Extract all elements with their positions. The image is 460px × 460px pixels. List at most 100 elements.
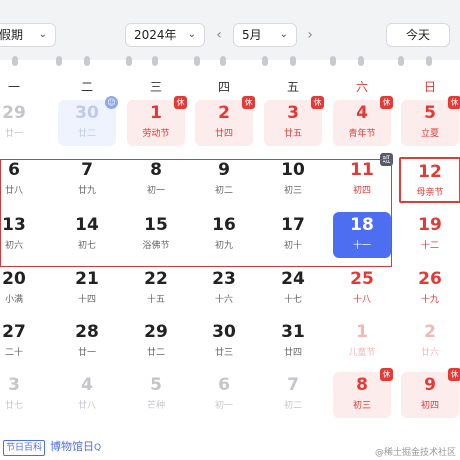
- lunar-date: 立夏: [420, 129, 439, 139]
- day-cell[interactable]: 27 二十: [0, 319, 43, 365]
- holiday-select[interactable]: 假期 ⌄: [0, 23, 56, 47]
- smile-icon: ☺: [105, 96, 118, 109]
- lunar-date: 廿二: [146, 348, 165, 358]
- lunar-date: 初二: [283, 401, 302, 411]
- day-cell[interactable]: 1 劳动节休: [127, 96, 187, 146]
- binder-hole: [398, 56, 404, 66]
- lunar-date: 初一: [214, 401, 233, 411]
- day-cell[interactable]: 22 十五: [127, 266, 185, 312]
- lunar-date: 廿六: [420, 348, 439, 358]
- prev-month-button[interactable]: ‹: [211, 23, 227, 47]
- day-cell[interactable]: 23 十六: [195, 266, 253, 312]
- lunar-date: 廿一: [77, 348, 96, 358]
- next-month-button[interactable]: ›: [302, 23, 318, 47]
- chevron-down-icon: ⌄: [187, 29, 196, 40]
- weekday-label: 一: [7, 80, 20, 94]
- day-cell[interactable]: 24 十七: [264, 266, 322, 312]
- day-number: 29: [2, 103, 26, 123]
- day-cell[interactable]: 4 廿八: [58, 372, 116, 418]
- day-cell[interactable]: 30 廿三: [195, 319, 253, 365]
- calendar-toolbar: 假期 ⌄ 2024年 ⌄ ‹ 5月 ⌄ › 今天: [0, 0, 460, 60]
- lunar-date: 廿二: [77, 129, 96, 139]
- day-number: 5: [150, 375, 162, 395]
- lunar-date: 廿四: [283, 348, 302, 358]
- day-number: 25: [350, 269, 374, 289]
- day-number: 29: [144, 322, 168, 342]
- day-cell[interactable]: 8 初三休: [333, 368, 393, 418]
- lunar-date: 十九: [420, 295, 439, 305]
- weekday-label: 四: [217, 80, 230, 94]
- lunar-date: 小满: [4, 295, 23, 305]
- day-cell[interactable]: 28 廿一: [58, 319, 116, 365]
- day-number: 6: [218, 375, 230, 395]
- month-select-value: 5月: [242, 28, 262, 42]
- lunar-date: 廿四: [214, 129, 233, 139]
- day-number: 2: [424, 322, 436, 342]
- lunar-date: 十二: [420, 241, 439, 251]
- day-number: 4: [81, 375, 93, 395]
- highlight-weeks-frame: [0, 159, 392, 267]
- day-cell[interactable]: 30 廿二 ☺: [58, 96, 118, 146]
- binder-hole: [262, 56, 268, 66]
- chevron-down-icon: ⌄: [279, 29, 288, 40]
- day-cell[interactable]: 26 十九: [401, 266, 459, 312]
- day-cell[interactable]: 3 廿五休: [264, 96, 324, 146]
- day-cell[interactable]: 2 廿六: [401, 319, 459, 365]
- day-cell[interactable]: 6 初一: [195, 372, 253, 418]
- lunar-date: 廿三: [214, 348, 233, 358]
- weekday-label: 日: [423, 80, 436, 94]
- day-number: 20: [2, 269, 26, 289]
- lunar-date: 廿一: [4, 129, 23, 139]
- lunar-date: 十五: [146, 295, 165, 305]
- day-cell[interactable]: 7 初二: [264, 372, 322, 418]
- binder-hole: [194, 56, 200, 66]
- day-cell[interactable]: 20 小满: [0, 266, 43, 312]
- day-number: 23: [212, 269, 236, 289]
- day-cell[interactable]: 25 十八: [333, 266, 391, 312]
- rest-day-badge: 休: [448, 368, 460, 381]
- day-cell[interactable]: 12 母亲节: [399, 157, 460, 203]
- lunar-date: 青年节: [348, 129, 376, 139]
- binder-hole: [56, 56, 62, 66]
- day-cell[interactable]: 2 廿四休: [195, 96, 255, 146]
- calendar-widget: 假期 ⌄ 2024年 ⌄ ‹ 5月 ⌄ › 今天 一 二 三 四 五 六 日 29 廿一 30 廿…: [0, 0, 460, 460]
- lunar-date: 初三: [352, 401, 371, 411]
- rest-day-badge: 休: [311, 96, 324, 109]
- day-cell[interactable]: 3 廿七: [0, 372, 43, 418]
- binder-hole: [330, 56, 336, 66]
- today-button[interactable]: 今天: [386, 23, 450, 47]
- month-select[interactable]: 5月 ⌄: [233, 23, 297, 47]
- chevron-down-icon: ⌄: [38, 29, 47, 40]
- lunar-date: 儿童节: [348, 348, 376, 358]
- rest-day-badge: 休: [242, 96, 255, 109]
- day-cell[interactable]: 4 青年节休: [333, 96, 393, 146]
- binder-hole: [12, 56, 18, 66]
- binder-hole: [220, 56, 226, 66]
- lunar-date: 十八: [352, 295, 371, 305]
- day-cell[interactable]: 19 十二: [401, 212, 459, 258]
- day-cell[interactable]: 29 廿一: [0, 100, 43, 146]
- weekday-label: 六: [355, 80, 368, 94]
- museum-day-link[interactable]: 博物馆日Q: [50, 439, 101, 456]
- lunar-date: 芒种: [146, 401, 165, 411]
- day-cell[interactable]: 5 立夏休: [401, 96, 460, 146]
- day-number: 27: [2, 322, 26, 342]
- day-cell[interactable]: 1 儿童节: [333, 319, 391, 365]
- day-cell[interactable]: 29 廿二: [127, 319, 185, 365]
- day-number: 26: [418, 269, 442, 289]
- day-cell[interactable]: 31 廿四: [264, 319, 322, 365]
- binder-hole: [358, 56, 364, 66]
- watermark: @稀土掘金技术社区: [374, 448, 456, 458]
- lunar-date: 廿七: [4, 401, 23, 411]
- year-select[interactable]: 2024年 ⌄: [125, 23, 205, 47]
- day-number: 31: [281, 322, 305, 342]
- day-cell[interactable]: 21 十四: [58, 266, 116, 312]
- festival-wiki-tag[interactable]: 节日百科: [3, 440, 46, 456]
- lunar-date: 二十: [4, 348, 23, 358]
- binder-hole: [84, 56, 90, 66]
- day-number: 22: [144, 269, 168, 289]
- day-cell[interactable]: 9 初四休: [401, 368, 460, 418]
- rest-day-badge: 休: [174, 96, 187, 109]
- museum-day-label: 博物馆日: [50, 440, 94, 453]
- day-cell[interactable]: 5 芒种: [127, 372, 185, 418]
